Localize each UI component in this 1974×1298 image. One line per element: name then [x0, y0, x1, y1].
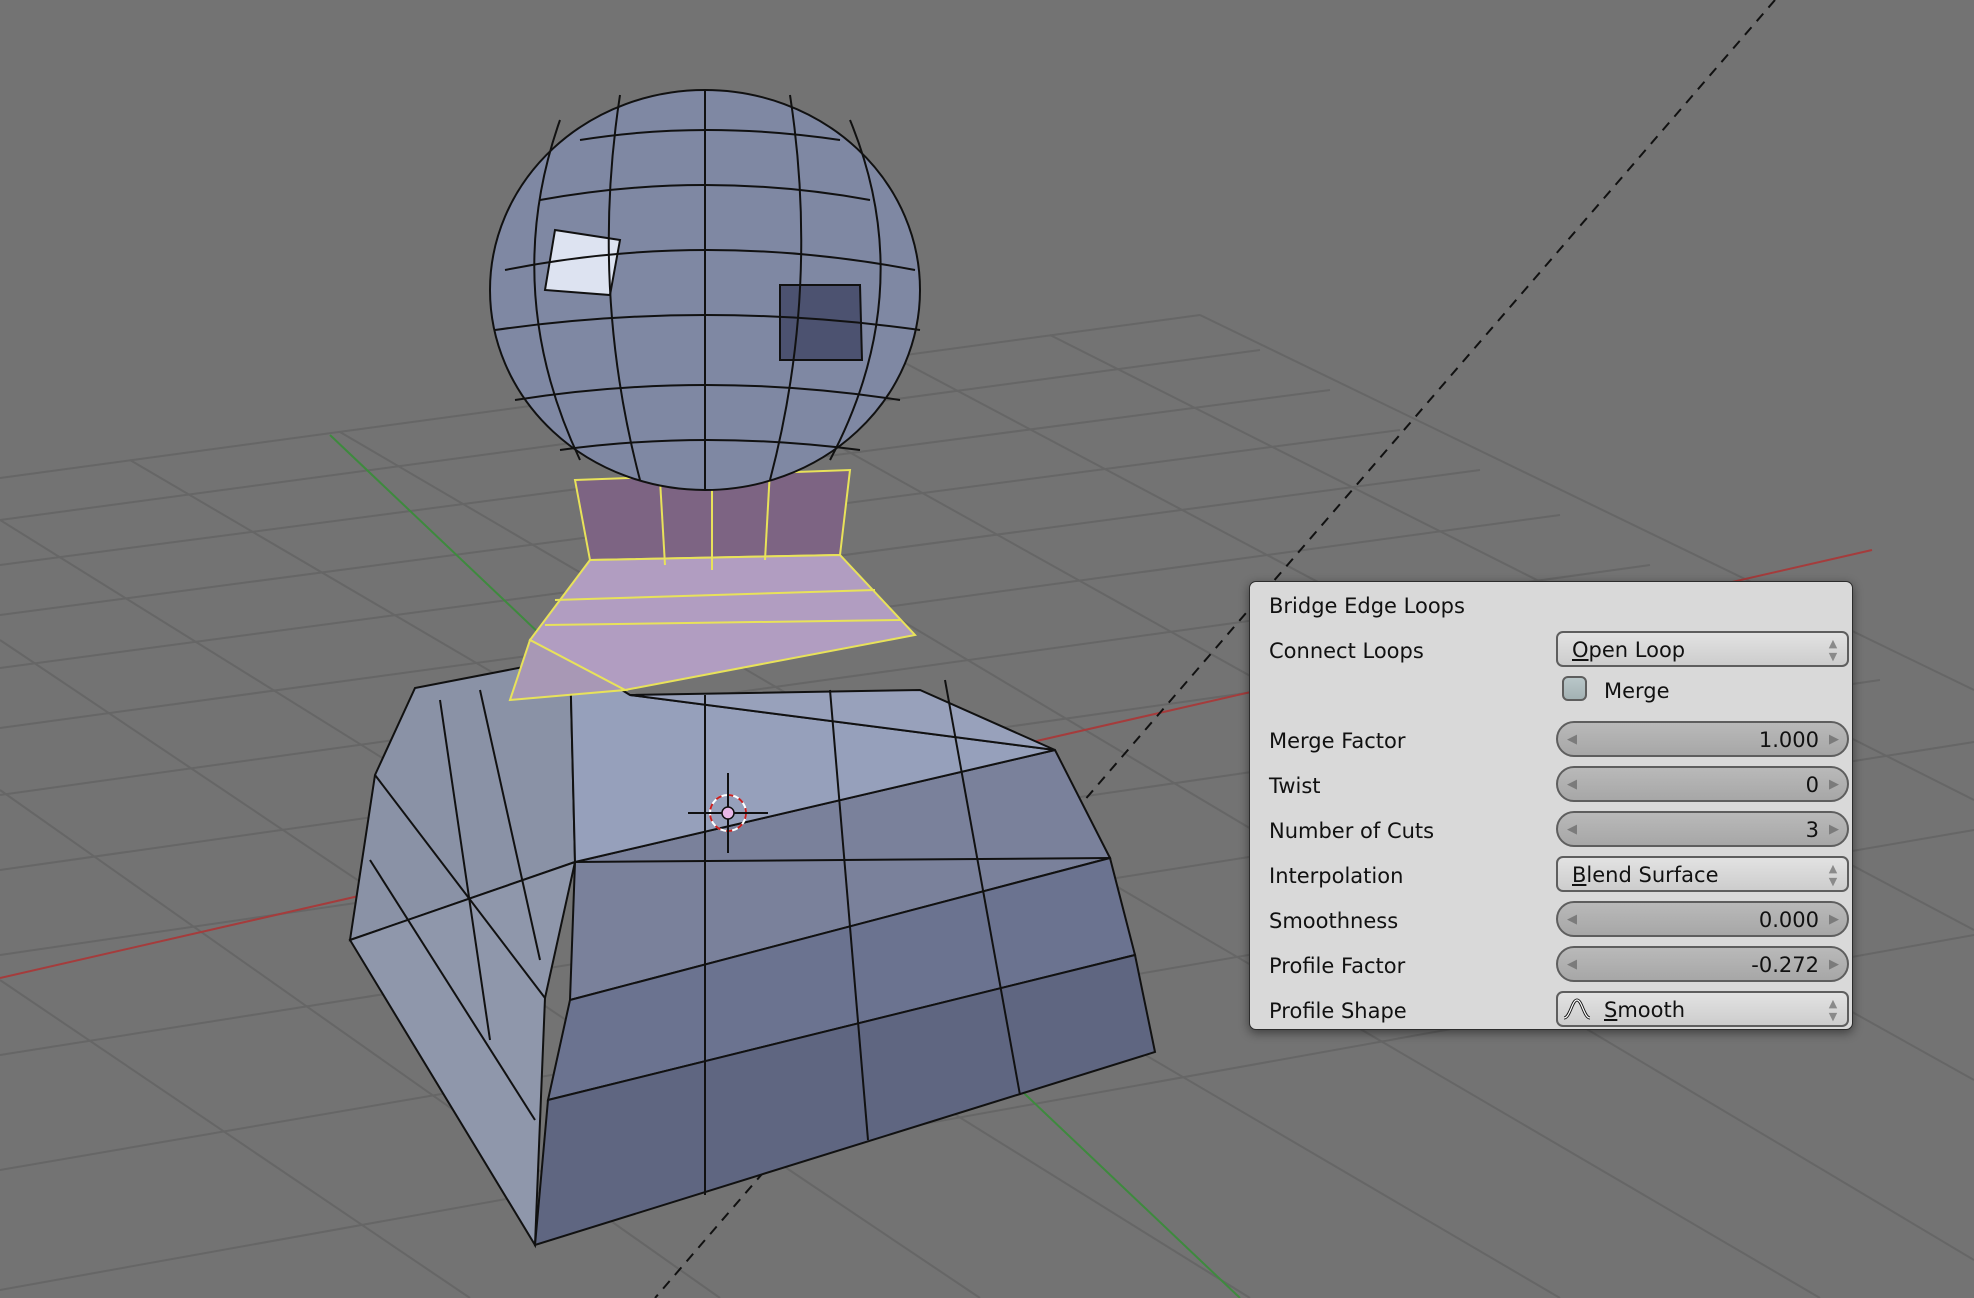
profile-shape-dropdown[interactable]: Smooth ▲ ▼ [1556, 991, 1849, 1027]
row-twist: Twist ◀ 0 ▶ [1250, 766, 1852, 804]
arrow-up-icon: ▲ [1828, 862, 1838, 875]
row-merge-factor: Merge Factor ◀ 1.000 ▶ [1250, 721, 1852, 759]
merge-factor-label: Merge Factor [1269, 729, 1406, 753]
smoothness-label: Smoothness [1269, 909, 1399, 933]
increment-arrow-icon[interactable]: ▶ [1829, 822, 1839, 837]
connect-loops-label: Connect Loops [1269, 639, 1424, 663]
smoothness-field[interactable]: ◀ 0.000 ▶ [1556, 901, 1849, 937]
mesh-sphere [489, 89, 921, 491]
decrement-arrow-icon[interactable]: ◀ [1567, 732, 1577, 747]
connect-loops-value: Open Loop [1572, 638, 1685, 662]
decrement-arrow-icon[interactable]: ◀ [1567, 912, 1577, 927]
row-merge: Merge [1250, 671, 1852, 709]
panel-title: Bridge Edge Loops [1269, 594, 1465, 618]
mnemonic: B [1572, 863, 1587, 887]
up-down-arrows-icon: ▲ ▼ [1827, 997, 1839, 1023]
decrement-arrow-icon[interactable]: ◀ [1567, 957, 1577, 972]
profile-factor-label: Profile Factor [1269, 954, 1406, 978]
arrow-up-icon: ▲ [1828, 637, 1838, 650]
profile-factor-value: -0.272 [1751, 953, 1819, 977]
twist-value: 0 [1805, 773, 1819, 797]
number-of-cuts-label: Number of Cuts [1269, 819, 1435, 843]
row-smoothness: Smoothness ◀ 0.000 ▶ [1250, 901, 1852, 939]
smooth-falloff-icon [1563, 998, 1591, 1020]
value-rest: lend Surface [1586, 863, 1719, 887]
mesh-bridge-selected [508, 468, 917, 702]
increment-arrow-icon[interactable]: ▶ [1829, 732, 1839, 747]
interpolation-value: Blend Surface [1572, 863, 1719, 887]
arrow-down-icon: ▼ [1828, 650, 1838, 663]
merge-factor-field[interactable]: ◀ 1.000 ▶ [1556, 721, 1849, 757]
value-rest: mooth [1617, 998, 1686, 1022]
interpolation-dropdown[interactable]: Blend Surface ▲ ▼ [1556, 856, 1849, 892]
arrow-down-icon: ▼ [1828, 1010, 1838, 1023]
value-rest: pen Loop [1588, 638, 1686, 662]
twist-label: Twist [1269, 774, 1321, 798]
connect-loops-dropdown[interactable]: Open Loop ▲ ▼ [1556, 631, 1849, 667]
merge-factor-value: 1.000 [1758, 728, 1819, 752]
row-interpolation: Interpolation Blend Surface ▲ ▼ [1250, 856, 1852, 894]
up-down-arrows-icon: ▲ ▼ [1827, 637, 1839, 663]
increment-arrow-icon[interactable]: ▶ [1829, 912, 1839, 927]
profile-factor-field[interactable]: ◀ -0.272 ▶ [1556, 946, 1849, 982]
smoothness-value: 0.000 [1758, 908, 1819, 932]
number-of-cuts-value: 3 [1805, 818, 1819, 842]
increment-arrow-icon[interactable]: ▶ [1829, 957, 1839, 972]
arrow-up-icon: ▲ [1828, 997, 1838, 1010]
mnemonic: S [1604, 998, 1618, 1022]
decrement-arrow-icon[interactable]: ◀ [1567, 777, 1577, 792]
increment-arrow-icon[interactable]: ▶ [1829, 777, 1839, 792]
row-connect-loops: Connect Loops Open Loop ▲ ▼ [1250, 631, 1852, 669]
merge-checkbox[interactable] [1562, 676, 1587, 701]
decrement-arrow-icon[interactable]: ◀ [1567, 822, 1577, 837]
operator-panel-bridge-edge-loops: Bridge Edge Loops Connect Loops Open Loo… [1249, 581, 1853, 1030]
mesh-base [348, 656, 1157, 1249]
merge-label[interactable]: Merge [1604, 679, 1670, 703]
row-profile-shape: Profile Shape Smooth ▲ ▼ [1250, 991, 1852, 1029]
twist-field[interactable]: ◀ 0 ▶ [1556, 766, 1849, 802]
profile-shape-value: Smooth [1604, 998, 1685, 1022]
profile-shape-label: Profile Shape [1269, 999, 1407, 1023]
number-of-cuts-field[interactable]: ◀ 3 ▶ [1556, 811, 1849, 847]
row-profile-factor: Profile Factor ◀ -0.272 ▶ [1250, 946, 1852, 984]
row-number-of-cuts: Number of Cuts ◀ 3 ▶ [1250, 811, 1852, 849]
arrow-down-icon: ▼ [1828, 875, 1838, 888]
mnemonic: O [1572, 638, 1589, 662]
up-down-arrows-icon: ▲ ▼ [1827, 862, 1839, 888]
interpolation-label: Interpolation [1269, 864, 1404, 888]
